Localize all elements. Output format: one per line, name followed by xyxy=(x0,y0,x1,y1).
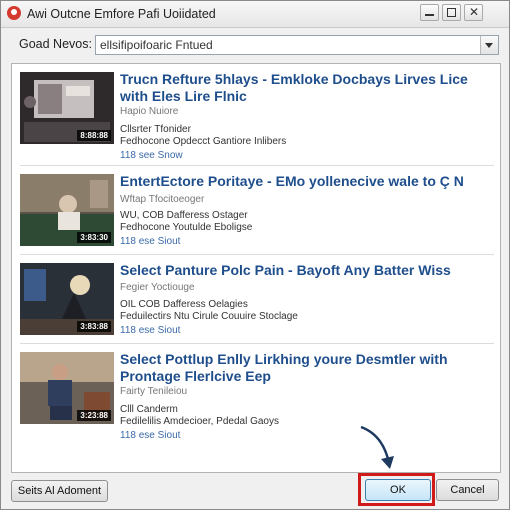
video-thumbnail[interactable]: 3:23:88 xyxy=(20,352,114,424)
pointer-arrow-icon xyxy=(360,425,394,469)
video-title-link[interactable]: Select Pottlup Enlly Lirkhing youre Desm… xyxy=(120,351,494,385)
title-bar: Awi Outcne Emfore Pafi Uoiidated ✕ xyxy=(1,1,509,28)
duration-badge: 3:23:88 xyxy=(77,410,111,421)
video-thumbnail[interactable]: 8:88:88 xyxy=(20,72,114,144)
app-icon xyxy=(7,6,21,20)
close-button[interactable]: ✕ xyxy=(464,4,483,21)
select-all-button[interactable]: Seits Al Adoment xyxy=(11,480,108,502)
maximize-icon xyxy=(447,8,456,17)
video-meta-line3: Fedhocone Youtulde Eboligse xyxy=(120,222,253,233)
video-title-link[interactable]: Trucn Refture 5hlays - Emkloke Docbays L… xyxy=(120,71,494,105)
video-meta-line1: Fegier Yoctiouge xyxy=(120,282,195,293)
dialog-window: Awi Outcne Emfore Pafi Uoiidated ✕ Goad … xyxy=(0,0,510,510)
duration-badge: 3:83:88 xyxy=(77,321,111,332)
row-divider xyxy=(20,165,494,166)
filter-dropdown[interactable] xyxy=(95,35,499,55)
video-meta-link[interactable]: 118 ese Siout xyxy=(120,236,180,248)
video-thumbnail[interactable]: 3:83:88 xyxy=(20,263,114,335)
row-divider xyxy=(20,254,494,255)
list-item[interactable]: 3:83:30 EntertEctore Poritaye - EMo yoll… xyxy=(20,170,494,258)
row-divider xyxy=(20,343,494,344)
minimize-button[interactable] xyxy=(420,4,439,21)
filter-label: Goad Nevos: xyxy=(19,37,92,51)
maximize-button[interactable] xyxy=(442,4,461,21)
video-meta-line2: Clll Canderm xyxy=(120,404,178,415)
video-meta-line2: WU, COB Dafferess Ostager xyxy=(120,210,248,221)
minimize-icon xyxy=(425,14,434,16)
ok-highlight-box xyxy=(358,473,435,506)
video-meta-line3: Fedilelilis Amdecioer, Pdedal Gaoys xyxy=(120,416,279,427)
video-meta-line2: Cllsrter Tfonider xyxy=(120,124,191,135)
video-meta-link[interactable]: 118 ese Siout xyxy=(120,325,180,337)
video-meta-line1: Fairty Tenileiou xyxy=(120,386,188,397)
video-meta-link[interactable]: 118 ese Siout xyxy=(120,430,180,442)
chevron-down-icon[interactable] xyxy=(480,36,498,54)
duration-badge: 3:83:30 xyxy=(77,232,111,243)
video-meta-line3: Feduilectirs Ntu Cirule Couuire Stoclage xyxy=(120,311,298,322)
video-title-link[interactable]: EntertEctore Poritaye - EMo yollenecive … xyxy=(120,173,494,190)
video-list[interactable]: 8:88:88 Trucn Refture 5hlays - Emkloke D… xyxy=(11,63,501,473)
video-meta-line1: Wftap Tfocitoeoger xyxy=(120,194,205,205)
window-title: Awi Outcne Emfore Pafi Uoiidated xyxy=(27,7,216,21)
video-title-link[interactable]: Select Panture Polc Pain - Bayoft Any Ba… xyxy=(120,262,494,279)
video-meta-line3: Fedhocone Opdecct Gantiore Inlibers xyxy=(120,136,287,147)
cancel-button[interactable]: Cancel xyxy=(436,479,499,501)
close-icon: ✕ xyxy=(469,5,480,19)
list-item[interactable]: 3:83:88 Select Panture Polc Pain - Bayof… xyxy=(20,259,494,347)
list-item[interactable]: 3:23:88 Select Pottlup Enlly Lirkhing yo… xyxy=(20,348,494,441)
duration-badge: 8:88:88 xyxy=(77,130,111,141)
video-meta-line1: Hapio Nuiore xyxy=(120,106,179,117)
video-thumbnail[interactable]: 3:83:30 xyxy=(20,174,114,246)
filter-input[interactable] xyxy=(96,36,474,54)
video-meta-link[interactable]: 118 see Snow xyxy=(120,150,183,162)
video-meta-line2: OIL COB Dafferess Oelagies xyxy=(120,299,248,310)
list-item[interactable]: 8:88:88 Trucn Refture 5hlays - Emkloke D… xyxy=(20,68,494,161)
